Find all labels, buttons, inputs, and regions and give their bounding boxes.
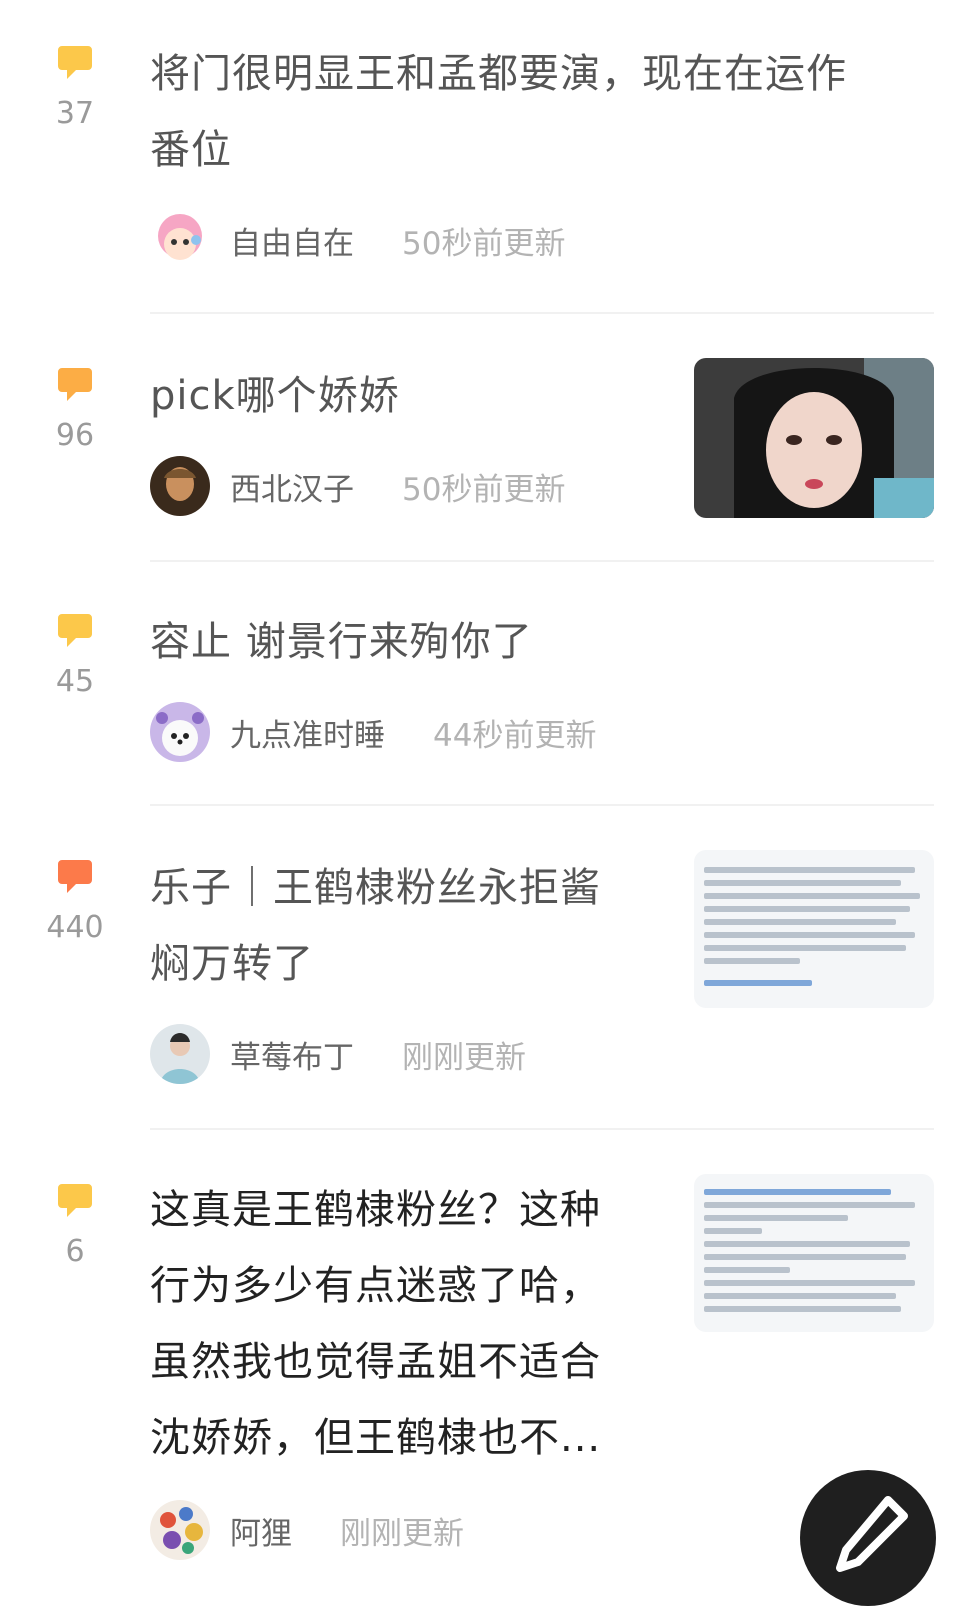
- username[interactable]: 草莓布丁: [230, 1032, 354, 1077]
- pen-icon: [836, 1496, 908, 1572]
- post-title-line: 容止 谢景行来殉你了: [150, 619, 533, 665]
- post-title-line: 沈娇娇，但王鹤棣也不...: [150, 1415, 602, 1461]
- post-title[interactable]: 容止 谢景行来殉你了: [150, 604, 930, 680]
- post-title-line: 番位: [150, 127, 232, 173]
- post-title[interactable]: pick哪个娇娇: [150, 358, 670, 434]
- update-time: 刚刚更新: [340, 1515, 464, 1552]
- update-time: 44秒前更新: [433, 717, 597, 754]
- comment-count: 37: [55, 96, 95, 131]
- divider: [150, 804, 934, 806]
- username[interactable]: 阿狸: [230, 1508, 292, 1553]
- compose-button[interactable]: [800, 1470, 936, 1606]
- update-time: 50秒前更新: [402, 225, 566, 262]
- comment-count: 45: [55, 664, 95, 699]
- username[interactable]: 九点准时睡: [230, 710, 385, 755]
- username[interactable]: 自由自在: [230, 218, 354, 263]
- post-title-line: 焖万转了: [150, 941, 314, 987]
- comment-count: 440: [46, 910, 104, 945]
- post-title[interactable]: 乐子｜王鹤棣粉丝永拒酱 焖万转了: [150, 850, 670, 1002]
- post-title-line: pick哪个娇娇: [150, 373, 400, 419]
- post-title-line: 行为多少有点迷惑了哈，: [150, 1263, 601, 1309]
- divider: [150, 560, 934, 562]
- comment-bubble-icon: [58, 368, 92, 401]
- post-title[interactable]: 这真是王鹤棣粉丝？这种 行为多少有点迷惑了哈， 虽然我也觉得孟姐不适合 沈娇娇，…: [150, 1172, 670, 1476]
- avatar[interactable]: [150, 210, 210, 270]
- comment-count: 6: [65, 1234, 85, 1269]
- post-title-line: 虽然我也觉得孟姐不适合: [150, 1339, 601, 1385]
- comment-bubble-icon: [58, 1184, 92, 1217]
- avatar[interactable]: [150, 1024, 210, 1084]
- username[interactable]: 西北汉子: [230, 464, 354, 509]
- comment-bubble-icon: [58, 46, 92, 79]
- comment-bubble-icon: [58, 614, 92, 647]
- post-title-line: 乐子｜王鹤棣粉丝永拒酱: [150, 865, 601, 911]
- avatar[interactable]: [150, 456, 210, 516]
- avatar[interactable]: [150, 702, 210, 762]
- avatar[interactable]: [150, 1500, 210, 1560]
- post-title-line: 这真是王鹤棣粉丝？这种: [150, 1187, 601, 1233]
- post-title[interactable]: 将门很明显王和孟都要演，现在在运作 番位: [150, 36, 930, 188]
- comment-bubble-icon: [58, 860, 92, 893]
- divider: [150, 1128, 934, 1130]
- comment-count: 96: [55, 418, 95, 453]
- post-thumbnail[interactable]: [694, 850, 934, 1008]
- post-thumbnail[interactable]: [694, 358, 934, 518]
- update-time: 50秒前更新: [402, 471, 566, 508]
- post-thumbnail[interactable]: [694, 1174, 934, 1332]
- update-time: 刚刚更新: [402, 1039, 526, 1076]
- divider: [150, 312, 934, 314]
- post-title-line: 将门很明显王和孟都要演，现在在运作: [150, 51, 847, 97]
